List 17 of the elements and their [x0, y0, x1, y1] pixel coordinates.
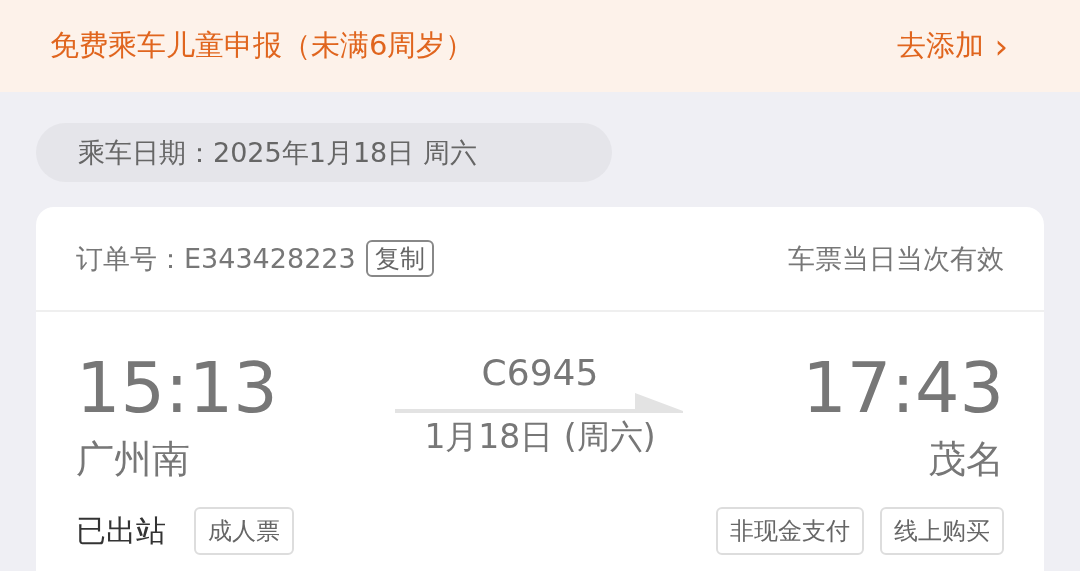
banner-title: 免费乘车儿童申报（未满6周岁）	[50, 27, 475, 64]
departure-time: 15:13	[76, 348, 278, 428]
copy-button[interactable]: 复制	[365, 240, 434, 277]
train-number: C6945	[481, 352, 599, 393]
travel-date: 乘车日期：2025年1月18日 周六	[36, 123, 612, 182]
travel-date-text: 1月18日 (周六)	[424, 416, 656, 458]
departure-station: 广州南	[76, 436, 191, 483]
arrival-time: 17:43	[802, 348, 1004, 428]
add-link[interactable]: 去添加 ›	[897, 26, 1008, 66]
arrival-station: 茂名	[928, 436, 1004, 483]
ticket-tag: 成人票	[194, 507, 294, 555]
order-number: 订单号：E343428223	[76, 241, 356, 276]
ticket-status: 已出站	[76, 511, 166, 550]
arrow-icon	[395, 393, 685, 415]
ticket-tag: 非现金支付	[716, 507, 864, 555]
validity-note: 车票当日当次有效	[788, 241, 1004, 276]
ticket-tag: 线上购买	[880, 507, 1004, 555]
